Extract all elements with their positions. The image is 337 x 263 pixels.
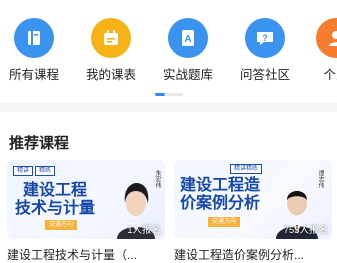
quick-nav: 所有课程 我的课表 A 实战题库 ? 问答社区 个人	[0, 0, 337, 102]
course-card[interactable]: 精讲精练 建设工程造 价案例分析 交通方向 谭志伟 753人报名	[174, 160, 332, 239]
poster-ribbon: 交通方向	[45, 220, 78, 230]
nav-label: 问答社区	[239, 68, 290, 82]
poster-tag: 精讲	[13, 166, 34, 176]
person-icon	[316, 18, 337, 58]
section-divider	[0, 103, 337, 112]
question-bank-icon: A	[168, 18, 208, 58]
poster-tag: 精讲精练	[230, 164, 263, 174]
nav-my-schedule[interactable]: 我的课表	[81, 18, 141, 83]
nav-label: 我的课表	[85, 68, 136, 82]
svg-text:A: A	[184, 34, 191, 45]
poster-title-line: 价案例分析	[180, 195, 261, 212]
schedule-icon	[91, 18, 131, 58]
nav-label: 个人	[323, 68, 337, 82]
nav-all-courses[interactable]: 所有课程	[4, 18, 64, 83]
nav-qa-community[interactable]: ? 问答社区	[235, 18, 295, 83]
course-title[interactable]: 建设工程技术与计量（...	[7, 246, 167, 263]
nav-label: 实战题库	[162, 68, 213, 82]
poster-title-line: 建设工程造	[180, 177, 261, 194]
poster-ribbon: 交通方向	[208, 217, 241, 227]
page-dot	[166, 93, 183, 96]
nav-question-bank[interactable]: A 实战题库	[158, 18, 218, 83]
poster-title-line: 技术与计量	[15, 200, 96, 217]
course-card[interactable]: 精讲 精练 建设工程 技术与计量 交通方向 朱宏伟 1人报名	[7, 160, 165, 239]
poster-tag: 精练	[35, 166, 56, 176]
book-icon	[14, 18, 54, 58]
enrollment-count: 753人报名	[283, 225, 328, 236]
nav-personal[interactable]: 个人	[306, 18, 337, 83]
course-title[interactable]: 建设工程造价案例分析...	[174, 246, 334, 263]
section-title: 推荐课程	[9, 135, 70, 152]
page-dot-active	[155, 93, 165, 96]
qa-bubble-icon: ?	[245, 18, 285, 58]
svg-text:?: ?	[262, 33, 268, 43]
enrollment-count: 1人报名	[127, 225, 161, 236]
nav-label: 所有课程	[8, 68, 59, 82]
poster-title-line: 建设工程	[23, 182, 88, 199]
